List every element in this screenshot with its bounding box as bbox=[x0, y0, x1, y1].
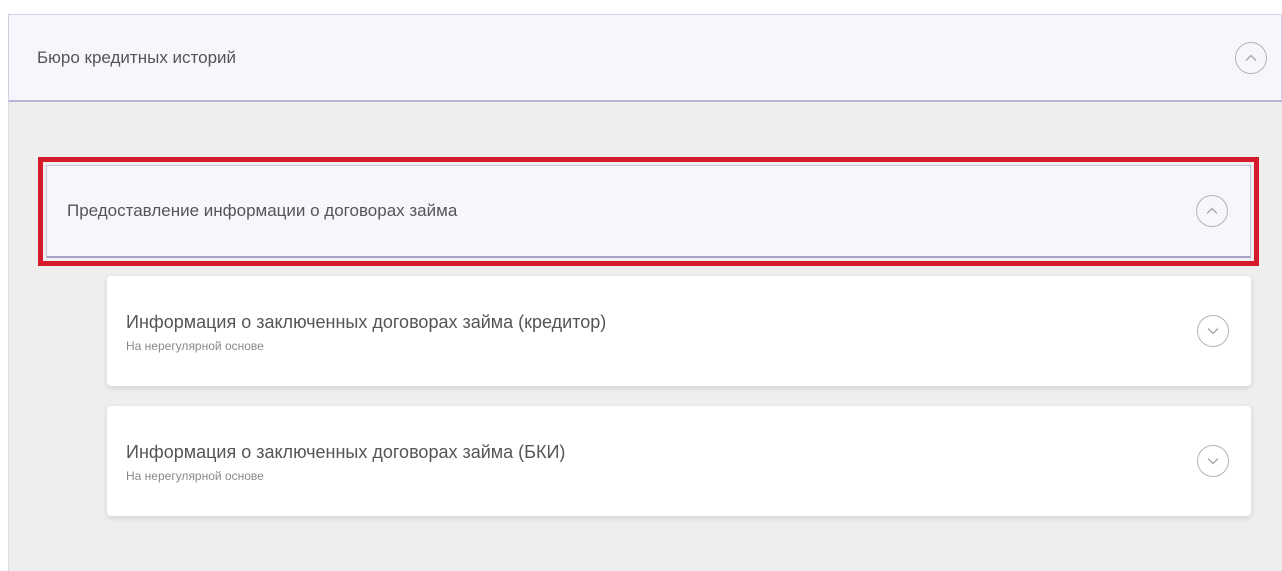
list-item-title: Информация о заключенных договорах займа… bbox=[126, 311, 607, 332]
section-title: Предоставление информации о договорах за… bbox=[67, 201, 458, 220]
accordion-loan-info[interactable]: Предоставление информации о договорах за… bbox=[46, 165, 1251, 258]
accordion-credit-bureau[interactable]: Бюро кредитных историй bbox=[8, 14, 1282, 102]
list-item[interactable]: Информация о заключенных договорах займа… bbox=[107, 406, 1251, 516]
page: Бюро кредитных историй Предоставление ин… bbox=[0, 0, 1282, 571]
list-item-title: Информация о заключенных договорах займа… bbox=[126, 441, 566, 462]
accordion-title: Бюро кредитных историй bbox=[37, 47, 237, 67]
list-item-text: Информация о заключенных договорах займа… bbox=[126, 310, 606, 353]
list-item-text: Информация о заключенных договорах займа… bbox=[126, 440, 565, 483]
highlighted-section-frame: Предоставление информации о договорах за… bbox=[38, 157, 1259, 266]
chevron-down-circle-icon[interactable] bbox=[1197, 315, 1229, 347]
chevron-down-circle-icon[interactable] bbox=[1197, 445, 1229, 477]
list-item-subtitle: На нерегулярной основе bbox=[126, 468, 264, 483]
list-item[interactable]: Информация о заключенных договорах займа… bbox=[107, 276, 1251, 386]
chevron-up-circle-icon[interactable] bbox=[1235, 41, 1267, 74]
chevron-up-circle-icon[interactable] bbox=[1196, 195, 1228, 227]
list-item-subtitle: На нерегулярной основе bbox=[126, 338, 264, 353]
